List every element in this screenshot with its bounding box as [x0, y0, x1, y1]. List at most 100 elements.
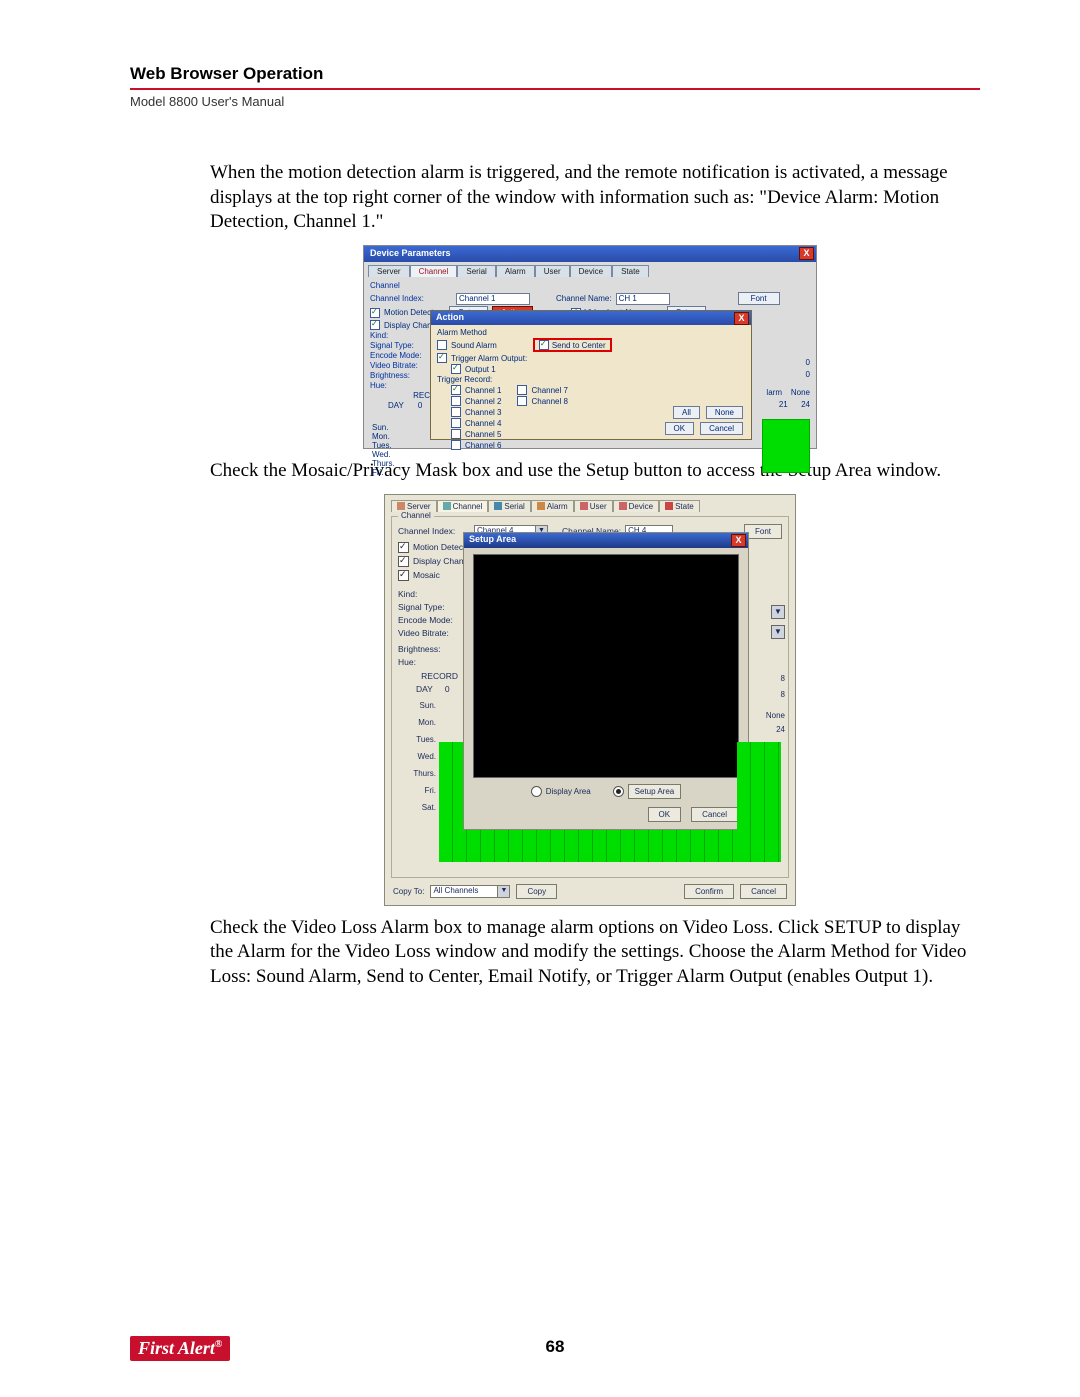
action-ok-button[interactable]: OK	[665, 422, 695, 435]
setup-area-close-button[interactable]: X	[731, 534, 746, 547]
close-button[interactable]: X	[799, 247, 814, 260]
alarm-icon	[537, 502, 545, 510]
tab-bar: Server Channel Serial Alarm User Device …	[364, 262, 816, 277]
d2-sat: Sat.	[402, 799, 436, 816]
day-zero: 0	[418, 401, 422, 410]
send-to-center-checkbox[interactable]	[539, 340, 549, 350]
copy-to-select[interactable]: All Channels ▼	[430, 885, 510, 898]
d2-sun: Sun.	[402, 697, 436, 714]
send-to-center-label: Send to Center	[552, 341, 606, 350]
cancel-button-outer[interactable]: Cancel	[740, 884, 787, 899]
setup-area-cancel-button[interactable]: Cancel	[691, 807, 738, 822]
action-none-button[interactable]: None	[706, 406, 743, 419]
font-button[interactable]: Font	[738, 292, 780, 305]
trigger-alarm-output-checkbox[interactable]	[437, 353, 447, 363]
channel-icon	[443, 502, 451, 510]
logo-text: First Alert	[138, 1338, 215, 1358]
tab2-user-label: User	[590, 502, 607, 511]
motion-detect-checkbox[interactable]	[370, 308, 380, 318]
rec-ch8-checkbox[interactable]	[517, 396, 527, 406]
rec-ch2-checkbox[interactable]	[451, 396, 461, 406]
tab2-channel[interactable]: Channel	[437, 500, 489, 512]
tab2-alarm[interactable]: Alarm	[531, 500, 574, 512]
copy-button[interactable]: Copy	[516, 884, 557, 899]
tab-serial[interactable]: Serial	[457, 265, 495, 277]
confirm-button[interactable]: Confirm	[684, 884, 734, 899]
action-cancel-button[interactable]: Cancel	[700, 422, 743, 435]
day-thu: Thurs.	[372, 459, 395, 468]
paragraph-2: Check the Mosaic/Privacy Mask box and us…	[210, 459, 970, 484]
setup-area-ok-button[interactable]: OK	[648, 807, 682, 822]
tab-state[interactable]: State	[612, 265, 649, 277]
serial-icon	[494, 502, 502, 510]
tab-channel[interactable]: Channel	[410, 265, 458, 277]
brightness-value: 0	[766, 357, 810, 369]
kind-dropdown-arrow[interactable]: ▼	[771, 605, 785, 619]
day-mon: Mon.	[372, 432, 395, 441]
right-dropdowns: ▼ ▼	[771, 605, 785, 639]
tab-device[interactable]: Device	[570, 265, 612, 277]
mosaic-checkbox[interactable]	[398, 570, 409, 581]
action-all-button[interactable]: All	[673, 406, 700, 419]
display-area-radio[interactable]	[531, 786, 542, 797]
day-label-2: DAY	[416, 684, 433, 694]
rec-ch7-checkbox[interactable]	[517, 385, 527, 395]
motion-detect-label: Motion Detect	[384, 308, 433, 317]
schedule-right-fragment[interactable]	[737, 742, 781, 862]
record-label: RECORD	[421, 671, 458, 681]
setup-area-video-preview[interactable]	[473, 554, 739, 778]
channel-name-input[interactable]: CH 1	[616, 293, 670, 305]
channel-index-select[interactable]: Channel 1	[456, 293, 530, 305]
output1-checkbox[interactable]	[451, 364, 461, 374]
tab-server[interactable]: Server	[368, 265, 410, 277]
rec-ch5-checkbox[interactable]	[451, 429, 461, 439]
server-icon	[397, 502, 405, 510]
signal-dropdown-arrow[interactable]: ▼	[771, 625, 785, 639]
tab2-state[interactable]: State	[659, 500, 700, 512]
alarm-method-label: Alarm Method	[437, 328, 745, 337]
tab2-serial[interactable]: Serial	[488, 500, 530, 512]
page-number: 68	[546, 1337, 565, 1357]
rec-ch6-checkbox[interactable]	[451, 440, 461, 450]
tab-user[interactable]: User	[535, 265, 570, 277]
day-wed: Wed.	[372, 450, 395, 459]
rec-ch2-label: Channel 2	[465, 397, 501, 406]
tab-alarm[interactable]: Alarm	[496, 265, 535, 277]
days-column-2: Sun. Mon. Tues. Wed. Thurs. Fri. Sat.	[402, 697, 436, 816]
channel-index-label-2: Channel Index:	[398, 526, 470, 536]
rec-ch3-label: Channel 3	[465, 408, 501, 417]
kind-label-2: Kind:	[398, 589, 470, 599]
copy-to-label: Copy To:	[393, 887, 424, 896]
tab2-alarm-label: Alarm	[547, 502, 568, 511]
display-channel-label-2: Display Chann	[413, 556, 468, 566]
rec-ch3-checkbox[interactable]	[451, 407, 461, 417]
tab2-device[interactable]: Device	[613, 500, 659, 512]
d2-fri: Fri.	[402, 782, 436, 799]
hue-label-2: Hue:	[398, 657, 470, 667]
manual-subtitle: Model 8800 User's Manual	[130, 94, 980, 109]
days-column: Sun. Mon. Tues. Wed. Thurs. Fri.	[372, 423, 395, 477]
rec-ch4-checkbox[interactable]	[451, 418, 461, 428]
tab2-serial-label: Serial	[504, 502, 524, 511]
setup-area-radio[interactable]	[613, 786, 624, 797]
day-sun: Sun.	[372, 423, 395, 432]
rec-label: REC	[413, 391, 430, 400]
none-header-2: None	[766, 711, 785, 720]
tab2-server-label: Server	[407, 502, 431, 511]
trigger-alarm-output-label: Trigger Alarm Output:	[451, 354, 527, 363]
rec-ch7-label: Channel 7	[531, 386, 567, 395]
display-area-label: Display Area	[546, 787, 591, 796]
video-bitrate-label-2: Video Bitrate:	[398, 628, 470, 638]
font-button-2[interactable]: Font	[744, 524, 782, 539]
rec-ch1-checkbox[interactable]	[451, 385, 461, 395]
d2-mon: Mon.	[402, 714, 436, 731]
tab2-user[interactable]: User	[574, 500, 613, 512]
motion-detect-checkbox-2[interactable]	[398, 542, 409, 553]
display-channel-checkbox-2[interactable]	[398, 556, 409, 567]
display-channel-name-checkbox[interactable]	[370, 320, 380, 330]
action-dialog-close-button[interactable]: X	[734, 312, 749, 325]
sound-alarm-checkbox[interactable]	[437, 340, 447, 350]
device-icon	[619, 502, 627, 510]
schedule-grid-fragment[interactable]	[762, 419, 810, 473]
chevron-down-icon: ▼	[497, 886, 509, 897]
